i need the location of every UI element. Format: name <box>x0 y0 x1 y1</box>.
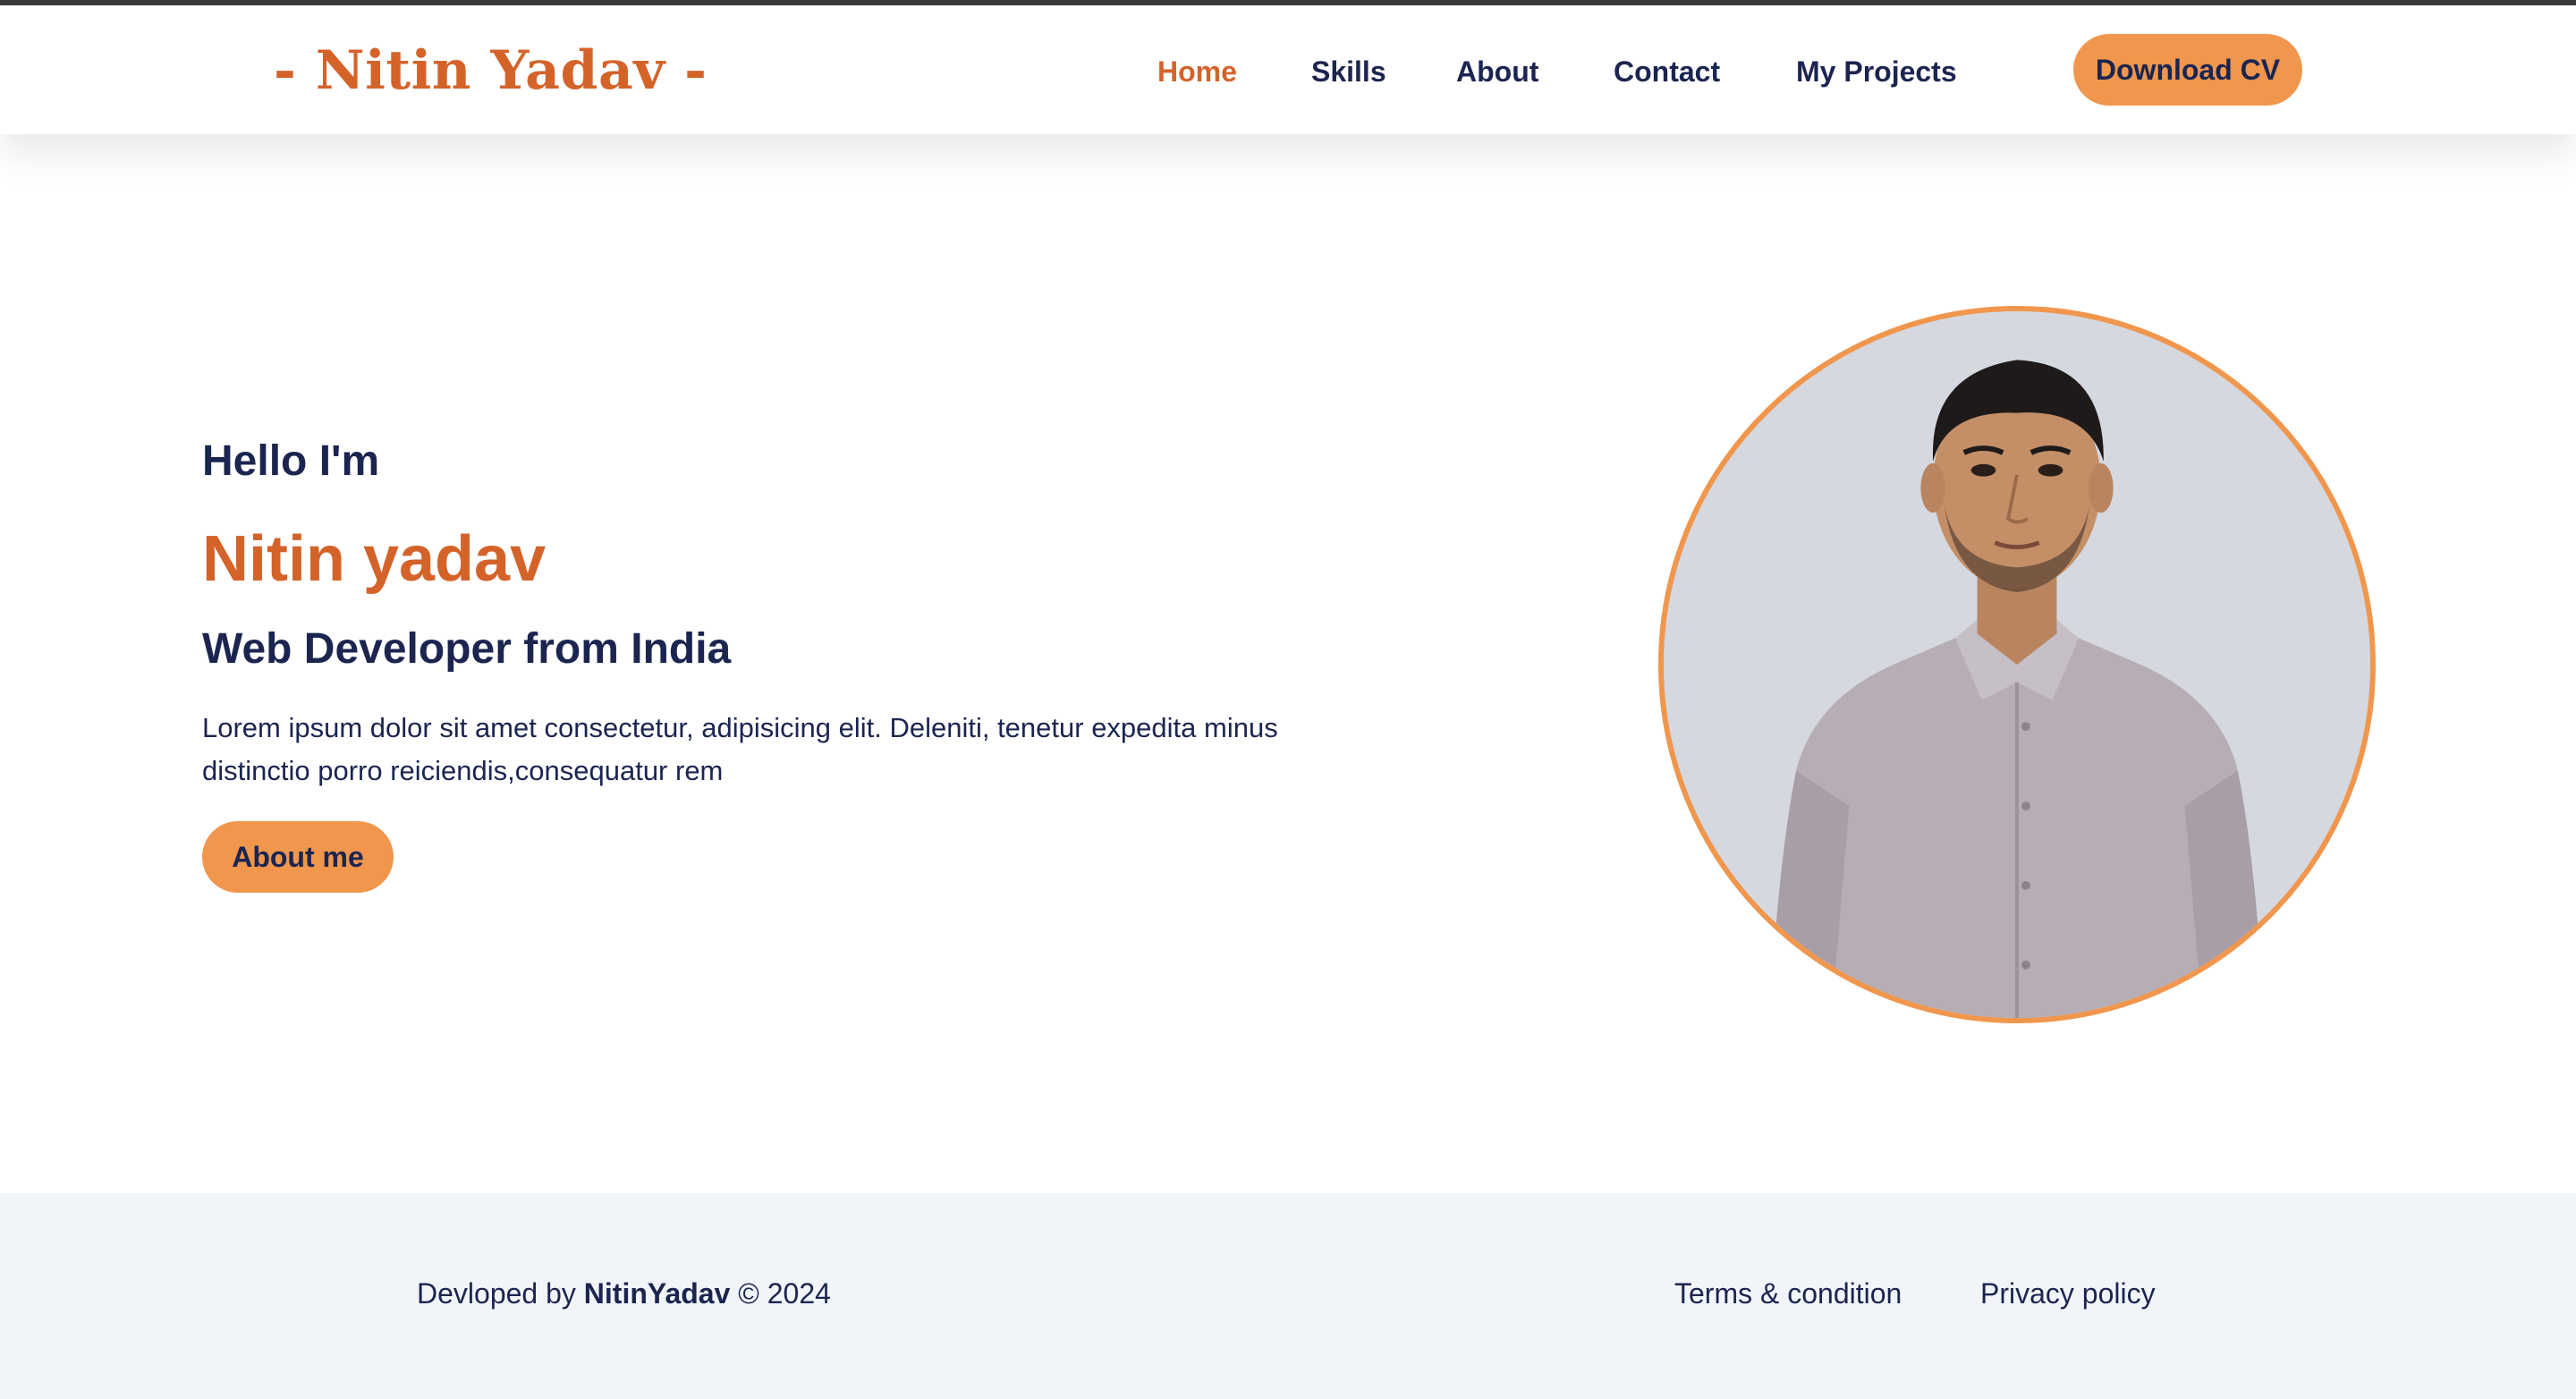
hero-name: Nitin yadav <box>202 523 547 595</box>
download-cv-button[interactable]: Download CV <box>2073 34 2302 106</box>
site-footer <box>0 1193 2576 1399</box>
terms-link[interactable]: Terms & condition <box>1674 1277 1902 1310</box>
about-me-button[interactable]: About me <box>202 821 394 893</box>
portfolio-page: - Nitin Yadav - Home Skills About Contac… <box>0 0 2576 1399</box>
footer-credit: Devloped by NitinYadav © 2024 <box>417 1277 831 1310</box>
footer-credit-name: NitinYadav <box>583 1277 731 1310</box>
person-portrait-icon <box>1664 311 2370 1018</box>
hero-role: Web Developer from India <box>202 625 732 673</box>
nav-home[interactable]: Home <box>1157 55 1237 89</box>
privacy-policy-link[interactable]: Privacy policy <box>1980 1277 2156 1310</box>
nav-contact[interactable]: Contact <box>1614 55 1720 89</box>
hero-greeting: Hello I'm <box>202 437 380 485</box>
footer-credit-suffix: © 2024 <box>738 1277 831 1310</box>
footer-credit-prefix: Devloped by <box>417 1277 576 1310</box>
site-header: - Nitin Yadav - Home Skills About Contac… <box>0 5 2576 134</box>
nav-skills[interactable]: Skills <box>1311 55 1386 89</box>
hero-description: Lorem ipsum dolor sit amet consectetur, … <box>202 712 1278 786</box>
site-logo[interactable]: - Nitin Yadav - <box>274 39 707 102</box>
nav-about[interactable]: About <box>1456 55 1538 89</box>
nav-my-projects[interactable]: My Projects <box>1796 55 1957 89</box>
profile-photo <box>1658 306 2376 1023</box>
